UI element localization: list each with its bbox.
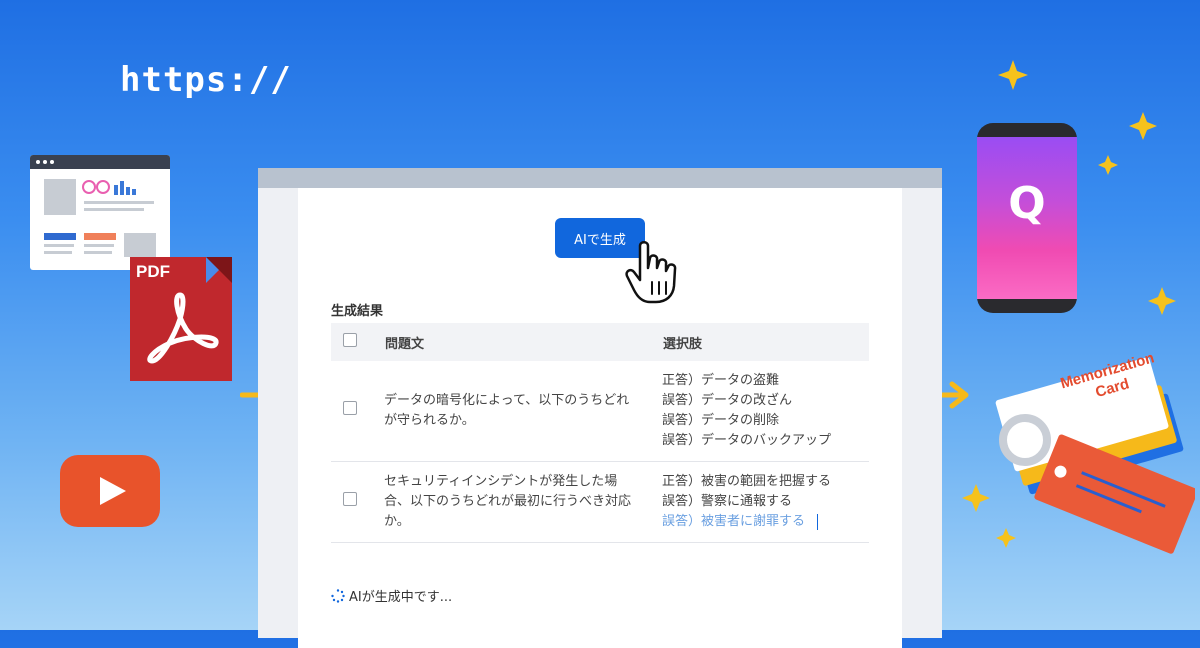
table-header-row: 問題文 選択肢 <box>331 323 869 361</box>
choice-item: 誤答）データの削除 <box>662 413 780 428</box>
youtube-play-icon <box>60 455 160 527</box>
choice-item: 正答）データの盗難 <box>662 373 780 388</box>
generator-sheet: AIで生成 生成結果 問題文 選択肢 データの暗号化によって、以下のうちどれが守… <box>298 188 902 648</box>
webpage-illustration <box>30 155 170 270</box>
pdf-file-icon: PDF <box>130 257 232 381</box>
url-scheme-text: https:// <box>120 60 292 100</box>
app-window: AIで生成 生成結果 問題文 選択肢 データの暗号化によって、以下のうちどれが守… <box>258 168 942 648</box>
result-table: 問題文 選択肢 データの暗号化によって、以下のうちどれが守られるか。 正答）デー… <box>331 323 869 543</box>
smartphone-illustration: Q <box>977 123 1077 313</box>
row-checkbox[interactable] <box>343 400 357 415</box>
column-header-choices: 選択肢 <box>662 323 869 361</box>
question-text: データの暗号化によって、以下のうちどれが守られるか。 <box>384 361 662 462</box>
status-text: AIが生成中です... <box>349 590 453 605</box>
text-caret <box>817 513 819 530</box>
choice-list: 正答）データの盗難 誤答）データの改ざん 誤答）データの削除 誤答）データのバッ… <box>662 361 869 462</box>
choice-item: 誤答）警察に通報する <box>662 494 793 509</box>
choice-item: 誤答）データの改ざん <box>662 393 793 408</box>
choice-item: 正答）被害の範囲を把握する <box>662 474 832 489</box>
generation-status: AIが生成中です... <box>331 586 452 605</box>
table-row: データの暗号化によって、以下のうちどれが守られるか。 正答）データの盗難 誤答）… <box>331 361 869 462</box>
row-checkbox[interactable] <box>343 491 357 506</box>
acrobat-icon <box>147 292 219 364</box>
table-row: セキュリティインシデントが発生した場合、以下のうちどれが最初に行うべき対応か。 … <box>331 461 869 543</box>
pointer-hand-icon <box>625 241 677 304</box>
quiz-letter: Q <box>1008 178 1046 229</box>
choice-list: 正答）被害の範囲を把握する 誤答）警察に通報する 誤答）被害者に謝罪する <box>662 461 869 543</box>
choice-item-generating: 誤答）被害者に謝罪する <box>662 512 869 532</box>
question-text: セキュリティインシデントが発生した場合、以下のうちどれが最初に行うべき対応か。 <box>384 461 662 543</box>
webpage-content-icon <box>44 179 156 257</box>
result-title: 生成結果 <box>331 304 384 319</box>
browser-title-bar <box>30 155 170 169</box>
choice-item: 誤答）データのバックアップ <box>662 433 832 448</box>
loading-spinner-icon <box>331 589 345 603</box>
select-all-checkbox[interactable] <box>343 333 357 347</box>
column-header-question: 問題文 <box>384 323 662 361</box>
